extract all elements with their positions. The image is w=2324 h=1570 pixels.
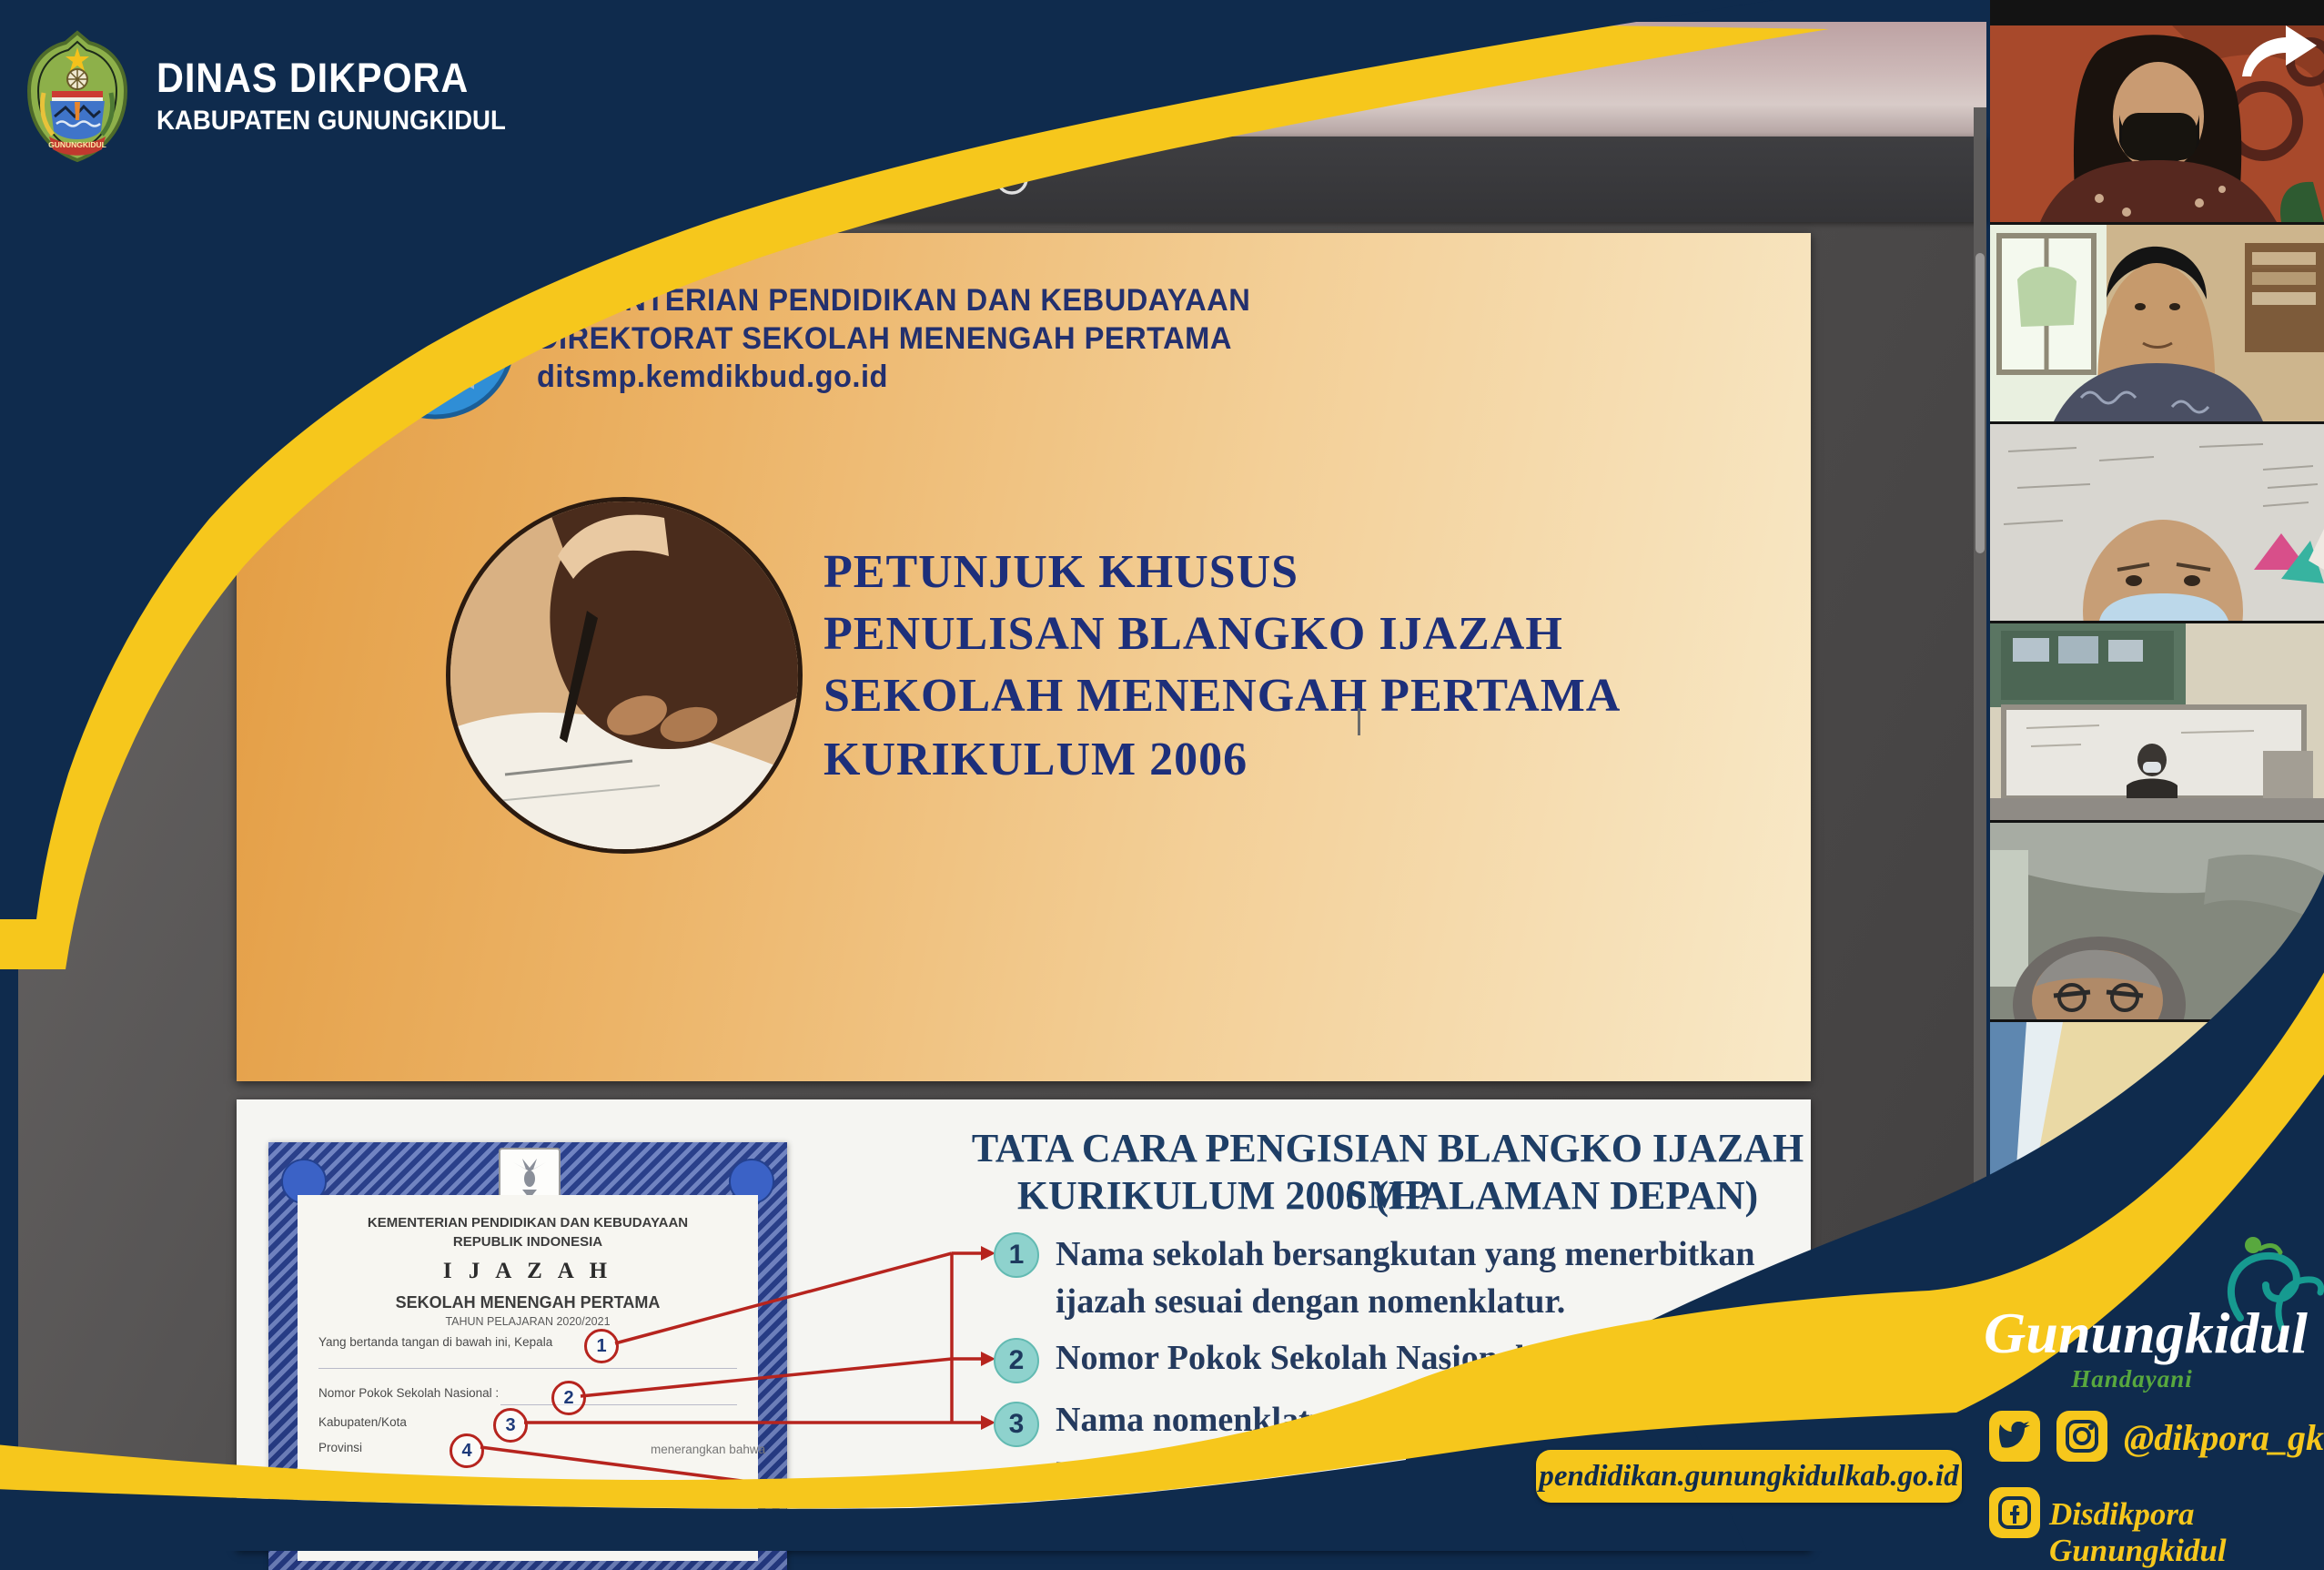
zoom-in-button[interactable]: + (872, 157, 893, 193)
org-name: DINAS DIKPORA (157, 55, 469, 102)
pdf-scrollbar-thumb[interactable] (1975, 253, 1985, 553)
participant-video-3[interactable] (1990, 424, 2324, 621)
page-number-input[interactable]: 12 (608, 157, 657, 200)
item-1-line2: ijazah sesuai dengan nomenklatur. (1056, 1281, 1783, 1322)
toolbar-divider (726, 161, 728, 198)
pdf-page-12-slide: KEMENTERIAN PENDIDIKAN DAN KEBUDAYAAN DI… (237, 233, 1811, 1081)
zoom-out-button[interactable]: − (746, 157, 767, 193)
ministry-line1: KEMENTERIAN PENDIDIKAN DAN KEBUDAYAAN (537, 283, 1250, 319)
instagram-icon[interactable] (2056, 1411, 2107, 1462)
participant-video-4[interactable] (1990, 623, 2324, 820)
fit-page-icon[interactable] (941, 160, 979, 198)
slide-title-line3: SEKOLAH MENENGAH PERTAMA (824, 669, 1621, 723)
kemdikbud-logo-icon (353, 257, 517, 420)
org-region: KABUPATEN GUNUNGKIDUL (157, 106, 506, 137)
item-2-line1: Nomor Pokok Sekolah Nasional (NPSN) (1056, 1338, 1783, 1378)
twitter-icon[interactable] (1989, 1411, 2040, 1462)
item-3-number: 3 (994, 1402, 1039, 1447)
ministry-line2: DIREKTORAT SEKOLAH MENENGAH PERTAMA (537, 321, 1232, 357)
rotate-icon[interactable] (992, 158, 1032, 198)
item-2-number: 2 (994, 1338, 1039, 1383)
toolbar-divider (919, 161, 921, 198)
website-banner: pendidikan.gunungkidulkab.go.id (1536, 1450, 1962, 1503)
participant-video-6[interactable] (1990, 1022, 2324, 1219)
slide-title-line1: PETUNJUK KHUSUS (824, 545, 1298, 599)
participant-video-2[interactable] (1990, 225, 2324, 421)
participant-video-5[interactable] (1990, 823, 2324, 1019)
ministry-url: ditsmp.kemdikbud.go.id (537, 360, 888, 395)
facebook-name[interactable]: Disdikpora Gunungkidul (2049, 1496, 2324, 1569)
brand-name: Gunungkidul (1982, 1300, 2309, 1367)
social-handle[interactable]: @dikpora_gk (2124, 1416, 2324, 1459)
hand-writing-photo (446, 497, 803, 854)
pdf-toolbar: 12 / 55 − 100% + (18, 137, 1986, 222)
gunungkidul-crest-icon: GUNUNGKIDUL (22, 29, 133, 164)
text-cursor (1358, 708, 1360, 735)
crest-banner-text: GUNUNGKIDUL (48, 140, 106, 149)
slide-title-line4: KURIKULUM 2006 (824, 733, 1248, 786)
page-total-label: / 55 (668, 166, 712, 196)
slide-title-line2: PENULISAN BLANGKO IJAZAH (824, 607, 1563, 661)
facebook-icon[interactable] (1989, 1487, 2040, 1538)
item-1-line1: Nama sekolah bersangkutan yang menerbitk… (1056, 1234, 1783, 1274)
website-url: pendidikan.gunungkidulkab.go.id (1539, 1460, 1958, 1494)
brand-tagline: Handayani (1982, 1365, 2282, 1393)
share-arrow-icon[interactable] (2237, 24, 2320, 80)
item-3-line1: Nama nomenklatur kabupaten/kota*) ( (1056, 1400, 1783, 1440)
shared-screen-window: 12 / 55 − 100% + (18, 22, 1986, 1551)
zoom-level-input[interactable]: 100% (788, 157, 857, 200)
item-1-number: 1 (994, 1232, 1039, 1278)
